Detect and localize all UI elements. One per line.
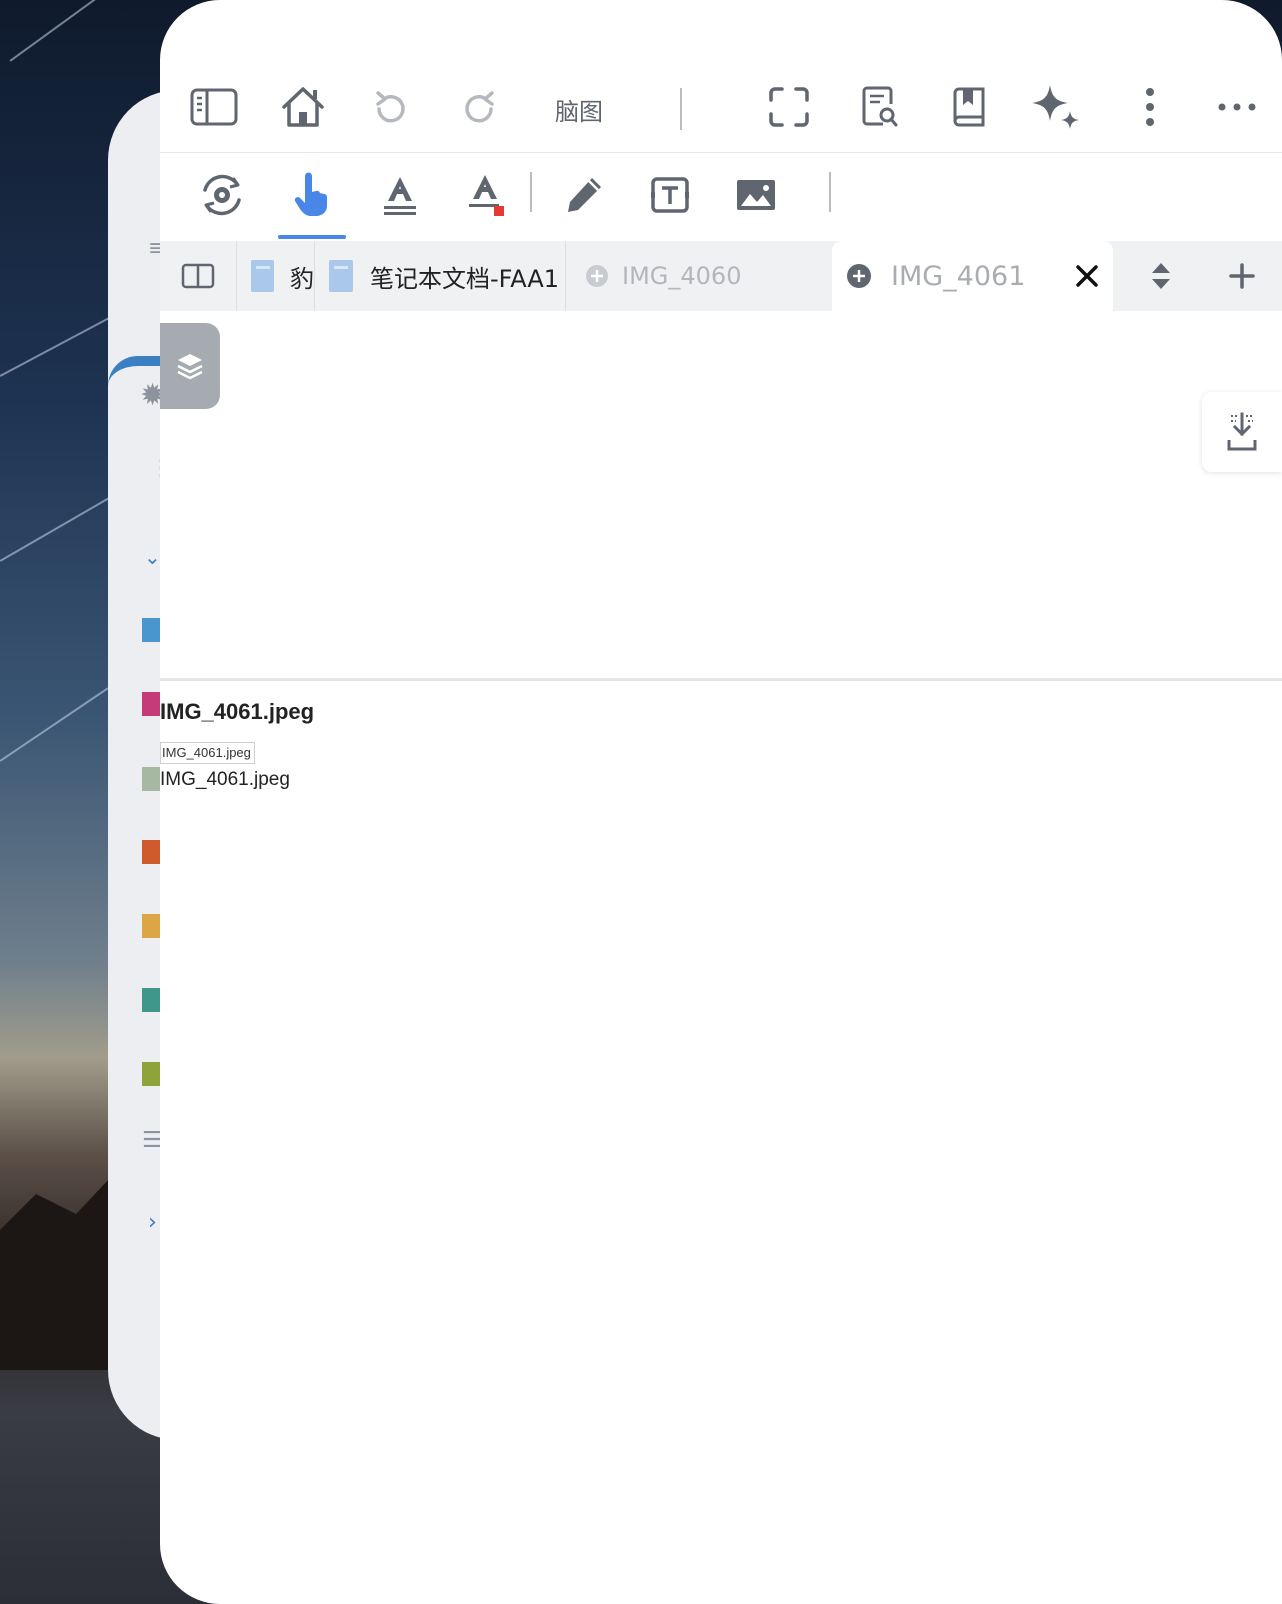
search-document-icon[interactable] <box>852 79 908 135</box>
chevron-down-icon[interactable]: ⌄ <box>144 545 161 569</box>
color-label-olive[interactable] <box>142 1062 162 1086</box>
document-icon <box>251 260 274 292</box>
list-icon[interactable]: ☰ <box>142 1128 162 1153</box>
tab-label: IMG_4060 <box>622 262 742 290</box>
text-underline-icon[interactable] <box>372 167 428 223</box>
settings-sync-icon[interactable] <box>194 167 250 223</box>
pencil-icon[interactable] <box>556 167 612 223</box>
color-label-teal[interactable] <box>142 988 162 1012</box>
image-caption: IMG_4061.jpeg <box>160 769 290 790</box>
tab-img-4061[interactable]: IMG_4061 <box>832 241 1113 311</box>
annotation-toolbar <box>160 152 1282 240</box>
layers-button[interactable] <box>160 323 220 409</box>
broken-image-placeholder: IMG_4061.jpeg <box>160 742 255 764</box>
add-circle-icon <box>847 264 871 288</box>
light-streak <box>9 0 116 62</box>
vertical-more-icon[interactable] <box>1122 79 1178 135</box>
home-icon[interactable] <box>275 79 331 135</box>
export-button[interactable] <box>1202 392 1282 472</box>
toolbar-divider <box>680 88 682 130</box>
undo-icon[interactable] <box>363 79 419 135</box>
notes-app-window: 脑图 豹 笔记本文档-FAA1 IMG_4060 IMG_4061 IMG_40… <box>160 0 1282 1604</box>
bookmark-book-icon[interactable] <box>941 79 997 135</box>
sort-tabs-icon[interactable] <box>1126 241 1196 311</box>
tab-label: 豹 <box>290 264 314 293</box>
mindmap-button[interactable]: 脑图 <box>555 92 603 127</box>
layers-icon <box>177 354 203 380</box>
tab-label: 笔记本文档-FAA1 <box>370 264 560 293</box>
tool-divider <box>530 172 532 212</box>
chevron-right-icon[interactable]: › <box>148 1210 157 1235</box>
color-label-blue[interactable] <box>142 618 162 642</box>
image-title: IMG_4061.jpeg <box>160 699 315 724</box>
text-box-icon[interactable] <box>642 167 698 223</box>
color-label-pink[interactable] <box>142 692 162 716</box>
tab-document-1[interactable]: 豹 <box>237 241 315 311</box>
add-circle-icon <box>586 265 608 287</box>
download-tray-icon <box>1227 412 1257 451</box>
tool-divider <box>829 172 831 212</box>
content-divider <box>160 678 1282 681</box>
active-tool-indicator <box>278 235 346 239</box>
hand-pointer-icon[interactable] <box>284 167 340 223</box>
text-color-icon[interactable] <box>459 167 515 223</box>
top-toolbar: 脑图 <box>160 62 1282 152</box>
color-label-yellow[interactable] <box>142 914 162 938</box>
light-streak <box>0 687 109 762</box>
color-label-sage[interactable] <box>142 767 162 791</box>
close-icon[interactable] <box>1076 265 1098 287</box>
split-view-icon[interactable] <box>160 241 237 311</box>
tab-document-2[interactable]: 笔记本文档-FAA1 <box>315 241 566 311</box>
tab-bar: 豹 笔记本文档-FAA1 IMG_4060 IMG_4061 <box>160 241 1282 311</box>
horizontal-more-icon[interactable] <box>1209 79 1265 135</box>
tab-img-4060[interactable]: IMG_4060 <box>566 241 822 311</box>
sidebar-toggle-icon[interactable] <box>186 79 242 135</box>
image-icon[interactable] <box>728 167 784 223</box>
fullscreen-icon[interactable] <box>761 79 817 135</box>
document-icon <box>329 260 353 292</box>
add-tab-icon[interactable] <box>1207 241 1277 311</box>
color-label-orange[interactable] <box>142 840 162 864</box>
redo-icon[interactable] <box>451 79 507 135</box>
ai-sparkle-icon[interactable] <box>1028 79 1084 135</box>
tab-label: IMG_4061 <box>891 260 1026 292</box>
